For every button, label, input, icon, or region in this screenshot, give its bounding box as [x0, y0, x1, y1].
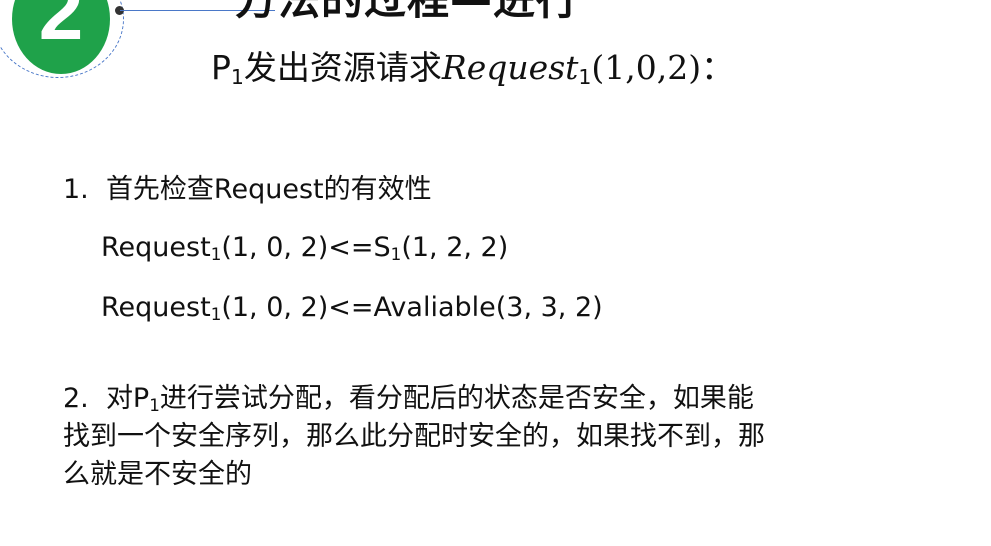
item-1: 1. 首先检查Request的有效性 [63, 172, 432, 208]
slide-heading: P1发出资源请求Request1(1,0,2)： [211, 46, 734, 90]
check-line-2: Request1(1, 0, 2)<=Avaliable(3, 3, 2) [101, 290, 603, 326]
check-2-rhs: Avaliable(3, 3, 2) [373, 292, 603, 323]
item-2-pre: 对P [105, 383, 150, 414]
check-2-subscript: 1 [210, 304, 222, 325]
section-title-clipped: 方法的过程—进行 [235, 0, 579, 27]
heading-process: P [211, 48, 231, 87]
item-1-number: 1. [63, 174, 89, 205]
section-number: 2 [38, 0, 84, 56]
check-2-name: Request [101, 292, 211, 323]
check-1-operator: <= [328, 232, 374, 263]
check-1-name: Request [101, 232, 211, 263]
check-1-rhs-name: S [373, 232, 391, 263]
check-1-rhs-args: (1, 2, 2) [401, 232, 509, 263]
check-1-rhs-subscript: 1 [390, 244, 402, 265]
item-2: 2. 对P1进行尝试分配，看分配后的状态是否安全，如果能 找到一个安全序列，那么… [63, 380, 963, 494]
heading-colon: ： [701, 48, 735, 87]
check-1-subscript: 1 [210, 244, 222, 265]
item-2-line-1: 2. 对P1进行尝试分配，看分配后的状态是否安全，如果能 [63, 380, 963, 418]
item-2-subscript: 1 [149, 395, 160, 416]
check-2-operator: <= [328, 292, 374, 323]
heading-math-name: Request [441, 48, 579, 87]
item-2-line-2: 找到一个安全序列，那么此分配时安全的，如果找不到，那 [63, 421, 765, 452]
heading-process-subscript: 1 [230, 65, 244, 90]
item-2-number: 2. [63, 383, 89, 414]
heading-math-subscript: 1 [578, 65, 592, 90]
check-2-args: (1, 0, 2) [221, 292, 329, 323]
check-line-1: Request1(1, 0, 2)<=S1(1, 2, 2) [101, 230, 508, 266]
item-2-line-1-rest: 进行尝试分配，看分配后的状态是否安全，如果能 [159, 383, 754, 414]
item-1-text: 首先检查Request的有效性 [105, 174, 432, 205]
item-2-line-3: 么就是不安全的 [63, 459, 252, 490]
heading-text: 发出资源请求 [243, 48, 442, 87]
heading-math-args: (1,0,2) [591, 48, 702, 87]
slide: 2 方法的过程—进行 P1发出资源请求Request1(1,0,2)： 1. 首… [0, 0, 991, 546]
check-1-args: (1, 0, 2) [221, 232, 329, 263]
